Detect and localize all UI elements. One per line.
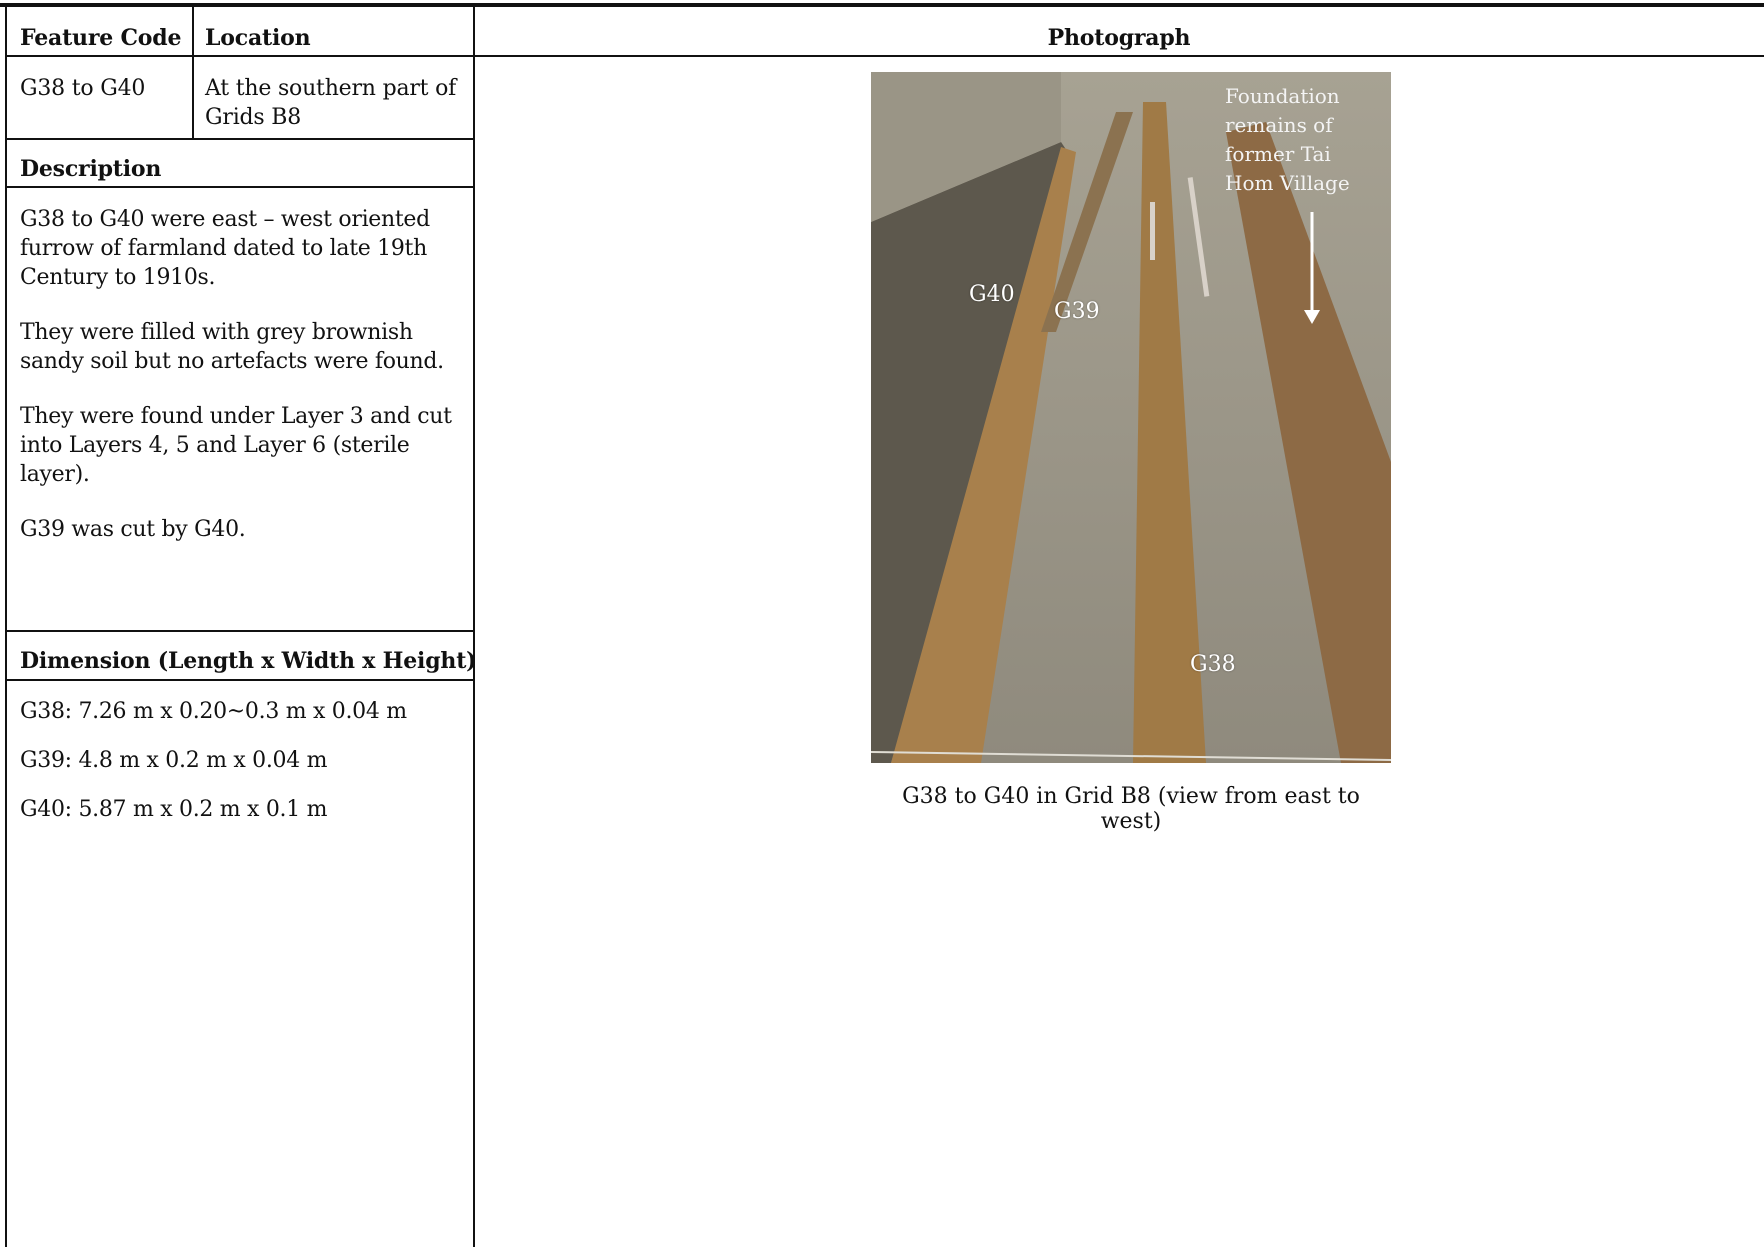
description-paragraph: G38 to G40 were east – west oriented fur… <box>20 207 430 290</box>
col-divider-photo <box>473 5 475 1247</box>
header-photograph: Photograph <box>1047 25 1191 51</box>
label-g39: G39 <box>1054 299 1100 324</box>
description-body-bottom <box>5 630 475 632</box>
excavation-photograph: G40 G39 G38 Foundation remains of former… <box>871 72 1391 763</box>
top-border <box>0 3 1764 7</box>
description-heading-bottom <box>5 186 475 188</box>
dimension-item: G39: 4.8 m x 0.2 m x 0.04 m <box>20 748 328 773</box>
header-row-bottom <box>5 55 1764 57</box>
dimension-heading: Dimension (Length x Width x Height) <box>20 648 477 674</box>
label-g38: G38 <box>1190 652 1236 677</box>
description-paragraph: G39 was cut by G40. <box>20 517 246 542</box>
label-foundation-annotation: Foundation remains of former Tai Hom Vil… <box>1225 84 1350 195</box>
description-paragraph: They were filled with grey brownish sand… <box>20 320 444 374</box>
header-feature-code: Feature Code <box>20 25 182 51</box>
dimension-item: G38: 7.26 m x 0.20~0.3 m x 0.04 m <box>20 699 407 724</box>
record-row-bottom <box>5 138 475 140</box>
header-location: Location <box>205 25 311 51</box>
label-g40: G40 <box>969 282 1015 307</box>
location-value: At the southern part of Grids B8 <box>205 76 457 130</box>
dimension-heading-bottom <box>5 679 475 681</box>
photo-caption: G38 to G40 in Grid B8 (view from east to… <box>902 784 1360 834</box>
left-border <box>5 5 7 1247</box>
col-divider-feature-location <box>192 5 194 140</box>
description-paragraph: They were found under Layer 3 and cut in… <box>20 404 452 487</box>
feature-code-value: G38 to G40 <box>20 76 146 101</box>
description-heading: Description <box>20 156 162 182</box>
dimension-item: G40: 5.87 m x 0.2 m x 0.1 m <box>20 797 328 822</box>
record-sheet: Feature Code Location Photograph G38 to … <box>0 0 1764 1247</box>
